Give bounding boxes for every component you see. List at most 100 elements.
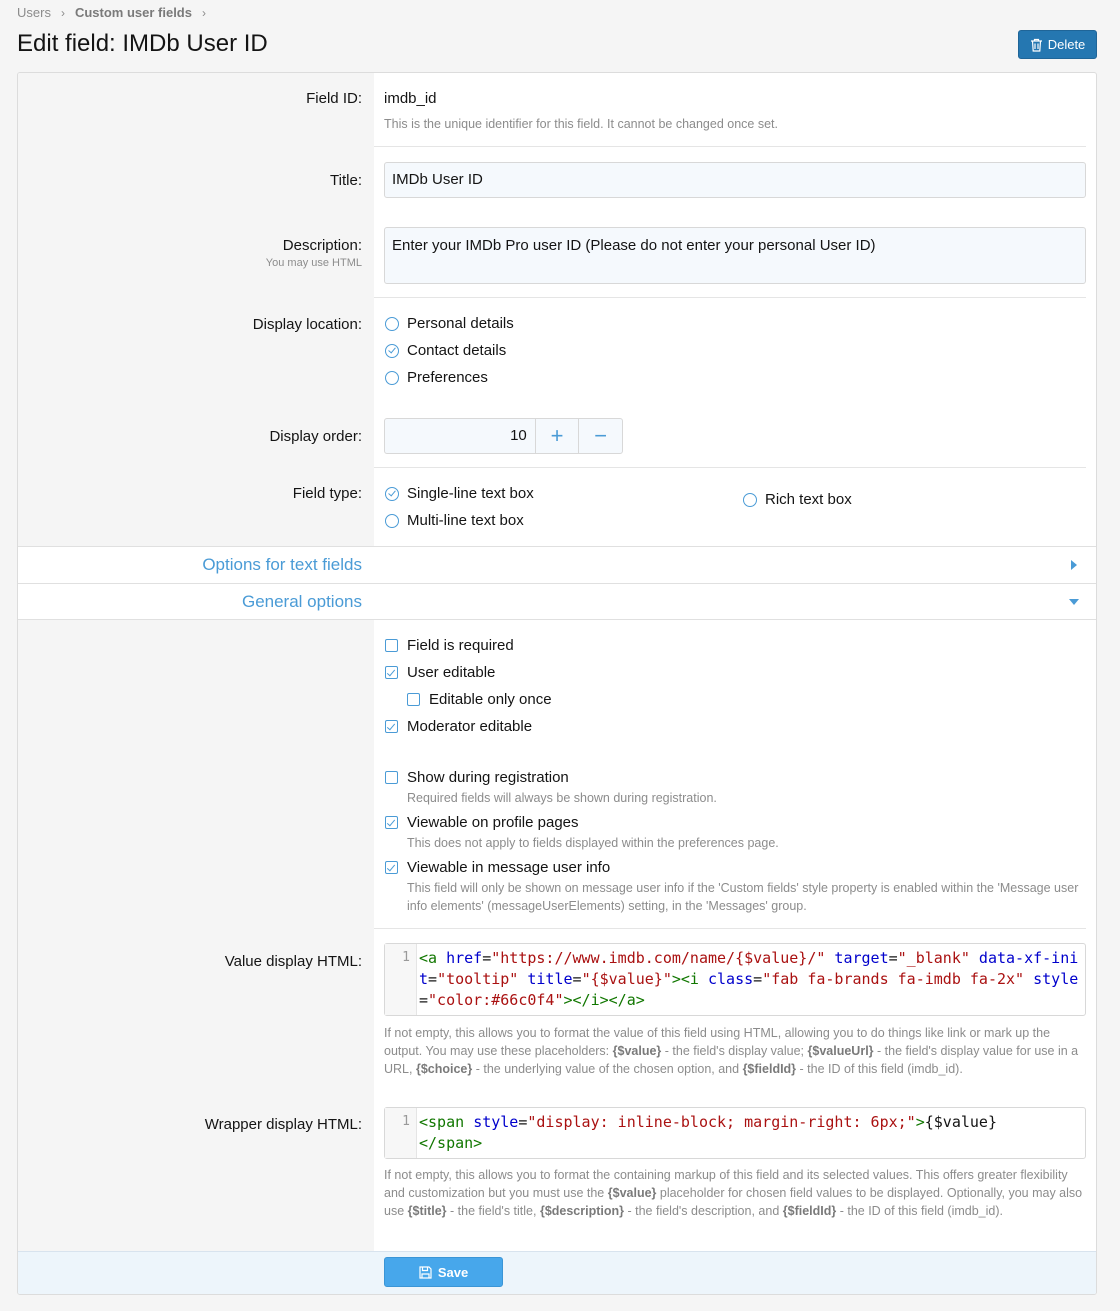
description-label: Description: — [282, 237, 362, 254]
code-token: "color:#66c0f4" — [428, 991, 564, 1009]
checkbox-label: Viewable on profile pages — [407, 814, 579, 831]
show-registration-hint: Required fields will always be shown dur… — [407, 791, 717, 805]
description-textarea[interactable]: Enter your IMDb Pro user ID (Please do n… — [384, 227, 1086, 284]
divider — [374, 297, 1086, 298]
breadcrumb-users[interactable]: Users — [17, 5, 51, 20]
label-column — [18, 619, 374, 1253]
checkbox-show-registration[interactable]: Show during registration — [385, 769, 569, 786]
field-id-value: imdb_id — [384, 90, 437, 107]
section-text-options[interactable]: Options for text fields — [18, 547, 1096, 583]
title-input[interactable]: IMDb User ID — [384, 162, 1086, 198]
code-token: "{$value}" — [581, 970, 672, 988]
radio-rich-text[interactable]: Rich text box — [743, 491, 852, 508]
code-token: = — [482, 949, 492, 967]
code-token: "display: inline-block; margin-right: 6p… — [527, 1113, 916, 1131]
line-number: 1 — [385, 1108, 417, 1158]
checkbox-label: Field is required — [407, 637, 514, 654]
page-title: Edit field: IMDb User ID — [17, 30, 268, 57]
code-token: = — [888, 949, 898, 967]
label-column — [18, 73, 374, 546]
minus-icon[interactable]: − — [578, 419, 622, 453]
delete-label: Delete — [1047, 37, 1086, 52]
breadcrumb: Users › Custom user fields › — [17, 5, 216, 20]
divider — [374, 928, 1086, 929]
wrapper-html-code: <span style="display: inline-block; marg… — [419, 1112, 1081, 1154]
divider — [18, 619, 1096, 620]
value-html-label: Value display HTML: — [224, 953, 362, 970]
radio-label: Personal details — [407, 315, 514, 332]
code-token: </span> — [419, 1134, 483, 1152]
checkbox-viewable-message[interactable]: Viewable in message user info — [385, 859, 610, 876]
radio-circle-checked — [385, 486, 399, 501]
radio-label: Rich text box — [765, 491, 852, 508]
radio-label: Multi-line text box — [407, 512, 524, 529]
radio-circle — [385, 513, 399, 528]
delete-button[interactable]: Delete — [1018, 30, 1097, 59]
code-token: = — [428, 970, 438, 988]
caret-down-icon — [1069, 599, 1079, 605]
value-html-editor[interactable]: 1 <a href="https://www.imdb.com/name/{$v… — [384, 943, 1086, 1016]
checkbox-label: Viewable in message user info — [407, 859, 611, 876]
caret-right-icon — [1071, 560, 1077, 570]
field-type-label: Field type: — [292, 485, 362, 502]
checkbox-box-checked — [385, 816, 398, 829]
checkbox-box — [385, 771, 398, 784]
checkbox-box-checked — [385, 720, 398, 733]
divider — [374, 467, 1086, 468]
code-token: title — [527, 970, 573, 988]
radio-single-line[interactable]: Single-line text box — [385, 485, 534, 502]
title-label: Title: — [330, 172, 362, 189]
form-footer: Save — [18, 1251, 1096, 1294]
radio-circle — [743, 492, 757, 507]
radio-label: Single-line text box — [407, 485, 534, 502]
save-label: Save — [437, 1264, 469, 1280]
line-number: 1 — [385, 944, 417, 1015]
section-text-options-title: Options for text fields — [202, 555, 362, 574]
chevron-right-icon: › — [201, 5, 206, 20]
save-button[interactable]: Save — [384, 1257, 503, 1287]
radio-multi-line[interactable]: Multi-line text box — [385, 512, 524, 529]
display-location-label: Display location: — [252, 316, 362, 333]
section-general-options-title: General options — [241, 592, 362, 611]
radio-label: Preferences — [407, 369, 488, 386]
radio-circle — [385, 316, 399, 331]
checkbox-box-checked — [385, 666, 398, 679]
divider — [374, 146, 1086, 147]
radio-label: Contact details — [407, 342, 507, 359]
checkbox-moderator-editable[interactable]: Moderator editable — [385, 718, 532, 735]
radio-circle — [385, 370, 399, 385]
display-order-input[interactable]: 10 — [385, 419, 535, 453]
value-html-code: <a href="https://www.imdb.com/name/{$val… — [419, 948, 1081, 1011]
code-token: {$value} — [924, 1113, 997, 1131]
radio-circle-checked — [385, 343, 399, 358]
wrapper-html-label: Wrapper display HTML: — [204, 1116, 362, 1133]
checkbox-label: Show during registration — [407, 769, 569, 786]
checkbox-label: User editable — [407, 664, 496, 681]
checkbox-field-required[interactable]: Field is required — [385, 637, 514, 654]
code-token: style — [473, 1113, 519, 1131]
radio-preferences[interactable]: Preferences — [385, 369, 488, 386]
code-token: <span — [419, 1113, 474, 1131]
checkbox-box — [385, 639, 398, 652]
checkbox-viewable-profile[interactable]: Viewable on profile pages — [385, 814, 579, 831]
code-token: = — [572, 970, 582, 988]
field-id-hint: This is the unique identifier for this f… — [384, 117, 778, 131]
code-token: <a — [419, 949, 447, 967]
code-token: href — [446, 949, 483, 967]
trash-icon — [1030, 38, 1042, 52]
edit-field-form: Field ID: imdb_id This is the unique ide… — [17, 72, 1097, 1295]
radio-contact-details[interactable]: Contact details — [385, 342, 506, 359]
plus-icon[interactable]: + — [534, 419, 579, 453]
code-token: "fab fa-brands fa-imdb fa-2x" — [762, 970, 1025, 988]
code-token: "https://www.imdb.com/name/{$value}/" — [491, 949, 826, 967]
checkbox-editable-once[interactable]: Editable only once — [407, 691, 552, 708]
checkbox-label: Moderator editable — [407, 718, 533, 735]
radio-personal-details[interactable]: Personal details — [385, 315, 514, 332]
section-general-options[interactable]: General options — [18, 584, 1096, 620]
checkbox-user-editable[interactable]: User editable — [385, 664, 495, 681]
breadcrumb-custom-user-fields[interactable]: Custom user fields — [75, 5, 192, 20]
wrapper-html-editor[interactable]: 1 <span style="display: inline-block; ma… — [384, 1107, 1086, 1159]
code-token: ></i></a> — [563, 991, 645, 1009]
code-token: = — [753, 970, 763, 988]
